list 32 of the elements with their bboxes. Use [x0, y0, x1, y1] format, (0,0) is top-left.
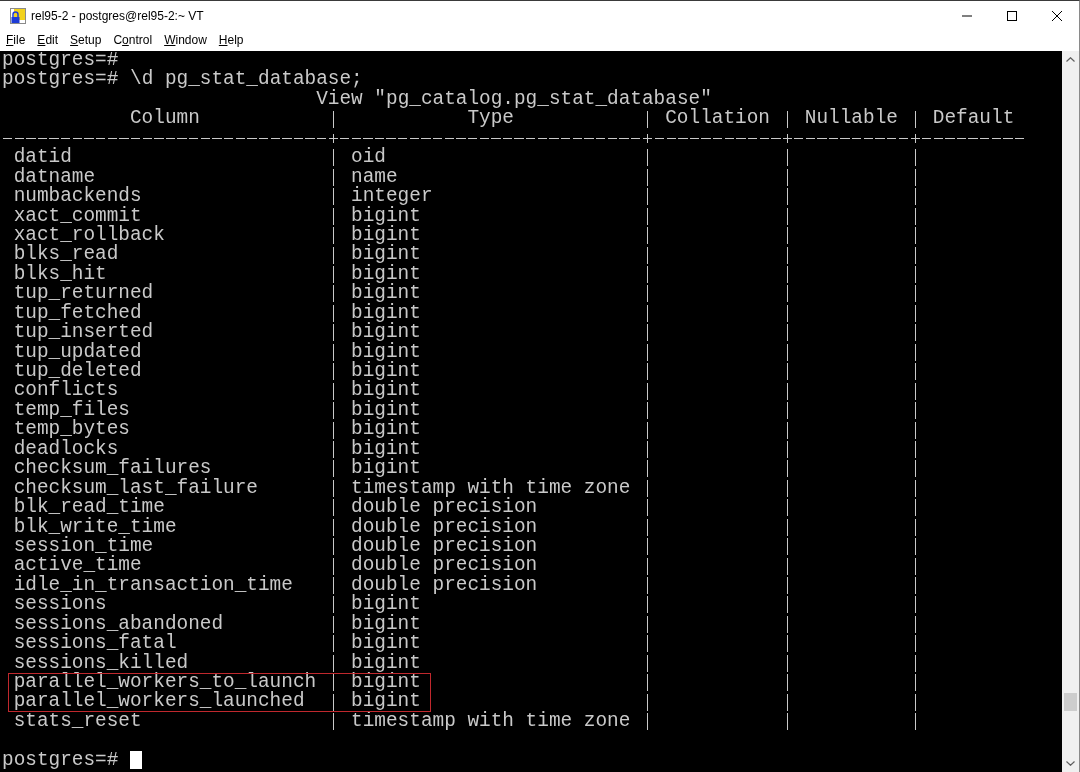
- lock-icon: [10, 7, 26, 24]
- terminal-line: postgres=# \d pg_stat_database;: [2, 70, 363, 90]
- table-cell: sessions_killed: [13, 651, 189, 674]
- column-header: Type: [467, 107, 514, 130]
- chevron-down-icon: [1066, 761, 1075, 766]
- table-cell: tup_deleted: [13, 360, 142, 382]
- maximize-icon: [1006, 10, 1017, 21]
- menu-item[interactable]: Setup: [64, 31, 108, 50]
- scrollbar-thumb[interactable]: [1064, 693, 1077, 711]
- terminal-line: postgres=#: [2, 51, 119, 71]
- table-cell: oid: [351, 146, 386, 169]
- column-header: Nullable: [804, 107, 898, 130]
- window-title: rel95-2 - postgres@rel95-2:~ VT: [31, 8, 204, 23]
- menu-item[interactable]: Window: [158, 31, 213, 50]
- table-cell: parallel_workers_to_launch: [13, 671, 317, 693]
- table-title: View "pg_catalog.pg_stat_database": [316, 87, 712, 110]
- menu-item[interactable]: Control: [107, 31, 159, 50]
- prompt-text: postgres=#: [2, 750, 119, 771]
- table-cell: temp_bytes: [13, 418, 130, 441]
- menu-item[interactable]: Edit: [31, 31, 65, 50]
- column-header: Collation: [665, 107, 770, 130]
- table-cell: bigint: [351, 360, 421, 382]
- table-cell: bigint: [351, 457, 421, 480]
- table-cell: temp_files: [13, 398, 130, 421]
- close-icon: [1051, 10, 1062, 21]
- table-cell: blks_hit: [13, 262, 107, 285]
- column-header: Column: [130, 107, 200, 130]
- column-header: Default: [932, 107, 1015, 130]
- chevron-up-icon: [1066, 57, 1075, 62]
- menu-item[interactable]: Help: [212, 31, 250, 50]
- menu-item[interactable]: File: [0, 31, 32, 50]
- table-cell: bigint: [351, 671, 421, 693]
